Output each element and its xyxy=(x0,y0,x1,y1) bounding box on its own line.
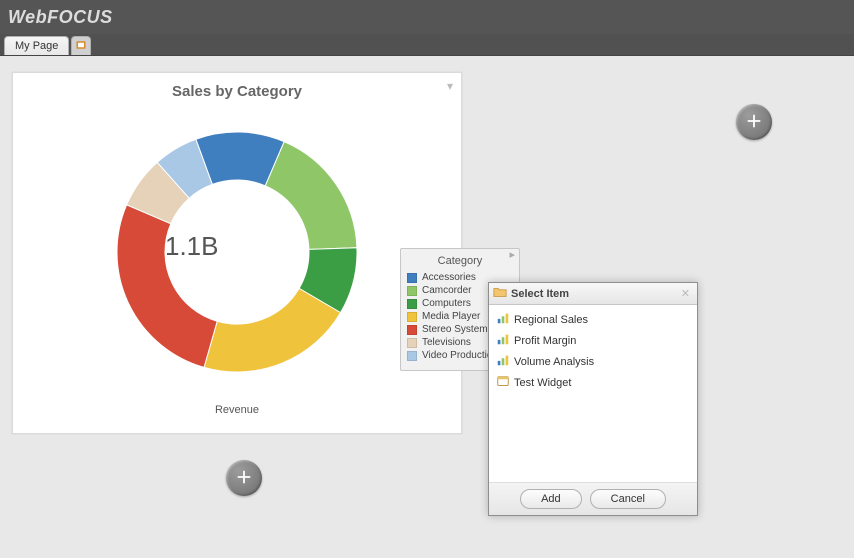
app-header: WebFOCUS xyxy=(0,0,854,34)
cancel-button[interactable]: Cancel xyxy=(590,489,666,509)
dialog-list-item[interactable]: Regional Sales xyxy=(493,309,693,330)
dialog-title: Select Item xyxy=(511,288,569,300)
legend-swatch xyxy=(407,312,417,322)
select-item-dialog: Select Item ✕ Regional Sales Profit Margi… xyxy=(488,282,698,516)
folder-icon xyxy=(493,285,507,302)
legend-swatch xyxy=(407,286,417,296)
brand-label: WebFOCUS xyxy=(8,7,113,28)
add-widget-button-right[interactable] xyxy=(736,104,772,140)
legend-swatch xyxy=(407,299,417,309)
legend-swatch xyxy=(407,325,417,335)
legend-swatch xyxy=(407,338,417,348)
tab-strip: My Page xyxy=(0,34,854,56)
donut-chart xyxy=(13,102,461,402)
chart-title: Sales by Category xyxy=(13,73,461,100)
add-widget-button-bottom[interactable] xyxy=(226,460,262,496)
dialog-item-label: Volume Analysis xyxy=(514,356,594,368)
donut-slice[interactable] xyxy=(117,205,217,368)
tab-label: My Page xyxy=(15,40,58,52)
dialog-list-item[interactable]: Profit Margin xyxy=(493,330,693,351)
dialog-list-item[interactable]: Test Widget xyxy=(493,372,693,393)
donut-slice[interactable] xyxy=(204,288,341,372)
legend-label: Camcorder xyxy=(422,285,471,296)
plus-icon xyxy=(745,112,763,133)
legend-label: Video Production xyxy=(422,350,498,361)
dialog-list: Regional Sales Profit Margin Volume Analys… xyxy=(489,305,697,482)
chart-center-label: 1.1B xyxy=(165,231,219,262)
legend-label: Computers xyxy=(422,298,471,309)
widget-icon xyxy=(496,374,510,391)
dialog-item-label: Profit Margin xyxy=(514,335,576,347)
chart-menu-button[interactable]: ▾ xyxy=(447,79,453,93)
bar-chart-icon xyxy=(496,332,510,349)
chart-panel-sales-by-category: ▾ Sales by Category 1.1B Revenue xyxy=(12,72,462,434)
plus-icon xyxy=(235,468,253,489)
page-canvas: ▾ Sales by Category 1.1B Revenue ▸ Categ… xyxy=(0,56,854,558)
legend-label: Televisions xyxy=(422,337,471,348)
legend-title: Category xyxy=(407,255,513,267)
dialog-button-row: Add Cancel xyxy=(489,482,697,515)
donut-slice[interactable] xyxy=(265,142,357,250)
chart-x-axis-label: Revenue xyxy=(13,404,461,416)
legend-swatch xyxy=(407,351,417,361)
legend-label: Stereo Systems xyxy=(422,324,493,335)
tab-my-page[interactable]: My Page xyxy=(4,36,69,55)
add-button[interactable]: Add xyxy=(520,489,582,509)
bar-chart-icon xyxy=(496,353,510,370)
dialog-close-button[interactable]: ✕ xyxy=(678,287,693,300)
legend-label: Accessories xyxy=(422,272,476,283)
legend-caret-icon: ▸ xyxy=(509,248,515,261)
legend-label: Media Player xyxy=(422,311,480,322)
bar-chart-icon xyxy=(496,311,510,328)
dialog-item-label: Regional Sales xyxy=(514,314,588,326)
dialog-item-label: Test Widget xyxy=(514,377,571,389)
dialog-list-item[interactable]: Volume Analysis xyxy=(493,351,693,372)
new-tab-button[interactable] xyxy=(71,36,91,55)
new-tab-icon xyxy=(75,39,87,54)
dialog-titlebar[interactable]: Select Item ✕ xyxy=(489,283,697,305)
legend-swatch xyxy=(407,273,417,283)
